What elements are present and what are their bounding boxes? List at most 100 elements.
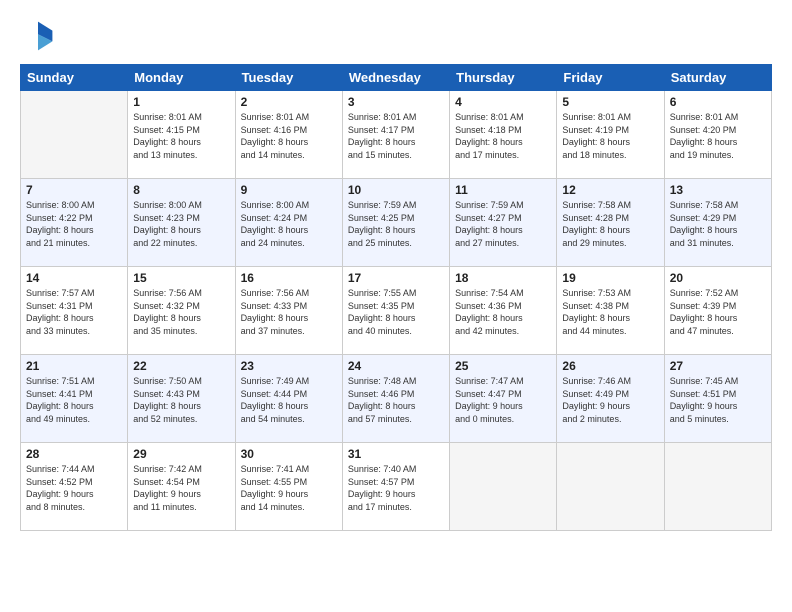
calendar-cell: 11Sunrise: 7:59 AM Sunset: 4:27 PM Dayli… [450,179,557,267]
calendar-cell: 4Sunrise: 8:01 AM Sunset: 4:18 PM Daylig… [450,91,557,179]
page: SundayMondayTuesdayWednesdayThursdayFrid… [0,0,792,612]
calendar-week-row: 21Sunrise: 7:51 AM Sunset: 4:41 PM Dayli… [21,355,772,443]
day-number: 16 [241,271,337,285]
day-info: Sunrise: 7:47 AM Sunset: 4:47 PM Dayligh… [455,375,551,425]
day-info: Sunrise: 8:01 AM Sunset: 4:20 PM Dayligh… [670,111,766,161]
day-info: Sunrise: 8:00 AM Sunset: 4:23 PM Dayligh… [133,199,229,249]
calendar-cell: 10 Sunrise: 7:59 AM Sunset: 4:25 PM Dayli… [342,179,449,267]
day-number: 17 [348,271,444,285]
calendar-cell: 12 Sunrise: 7:58 AM Sunset: 4:28 PM Dayli… [557,179,664,267]
day-number: 23 [241,359,337,373]
calendar-cell: 5 Sunrise: 8:01 AM Sunset: 4:19 PM Daylig… [557,91,664,179]
day-number: 31 [348,447,444,461]
calendar-cell: 9 Sunrise: 8:00 AM Sunset: 4:24 PM Daylig… [235,179,342,267]
day-info: Sunrise: 7:45 AM Sunset: 4:51 PM Dayligh… [670,375,766,425]
day-number: 20 [670,271,766,285]
calendar-cell: 22 Sunrise: 7:50 AM Sunset: 4:43 PM Dayli… [128,355,235,443]
calendar-cell: 7Sunrise: 8:00 AM Sunset: 4:22 PM Daylig… [21,179,128,267]
weekday-header: Thursday [450,65,557,91]
day-info: Sunrise: 8:01 AM Sunset: 4:15 PM Dayligh… [133,111,229,161]
calendar-week-row: 7Sunrise: 8:00 AM Sunset: 4:22 PM Daylig… [21,179,772,267]
day-info: Sunrise: 7:42 AM Sunset: 4:54 PM Dayligh… [133,463,229,513]
calendar-cell: 8 Sunrise: 8:00 AM Sunset: 4:23 PM Daylig… [128,179,235,267]
calendar-cell: 26 Sunrise: 7:46 AM Sunset: 4:49 PM Dayli… [557,355,664,443]
calendar-week-row: 14 Sunrise: 7:57 AM Sunset: 4:31 PM Dayli… [21,267,772,355]
day-info: Sunrise: 8:01 AM Sunset: 4:19 PM Dayligh… [562,111,658,161]
day-info: Sunrise: 7:56 AM Sunset: 4:32 PM Dayligh… [133,287,229,337]
weekday-header: Saturday [664,65,771,91]
weekday-header: Sunday [21,65,128,91]
day-number: 14 [26,271,122,285]
day-number: 8 [133,183,229,197]
day-number: 29 [133,447,229,461]
day-number: 21 [26,359,122,373]
header [20,18,772,54]
day-info: Sunrise: 7:40 AM Sunset: 4:57 PM Dayligh… [348,463,444,513]
calendar-cell: 30 Sunrise: 7:41 AM Sunset: 4:55 PM Dayli… [235,443,342,531]
calendar-cell: 19 Sunrise: 7:53 AM Sunset: 4:38 PM Dayli… [557,267,664,355]
calendar-cell: 16Sunrise: 7:56 AM Sunset: 4:33 PM Dayli… [235,267,342,355]
day-number: 7 [26,183,122,197]
day-info: Sunrise: 7:55 AM Sunset: 4:35 PM Dayligh… [348,287,444,337]
calendar-cell: 23Sunrise: 7:49 AM Sunset: 4:44 PM Dayli… [235,355,342,443]
logo-icon [20,18,56,54]
calendar-body: 1Sunrise: 8:01 AM Sunset: 4:15 PM Daylig… [21,91,772,531]
weekday-header: Friday [557,65,664,91]
calendar-week-row: 1Sunrise: 8:01 AM Sunset: 4:15 PM Daylig… [21,91,772,179]
calendar-cell: 14 Sunrise: 7:57 AM Sunset: 4:31 PM Dayli… [21,267,128,355]
calendar-cell: 17 Sunrise: 7:55 AM Sunset: 4:35 PM Dayli… [342,267,449,355]
day-number: 2 [241,95,337,109]
calendar-cell: 15 Sunrise: 7:56 AM Sunset: 4:32 PM Dayli… [128,267,235,355]
day-number: 22 [133,359,229,373]
day-info: Sunrise: 8:00 AM Sunset: 4:24 PM Dayligh… [241,199,337,249]
day-number: 12 [562,183,658,197]
day-info: Sunrise: 7:48 AM Sunset: 4:46 PM Dayligh… [348,375,444,425]
day-info: Sunrise: 7:54 AM Sunset: 4:36 PM Dayligh… [455,287,551,337]
day-number: 5 [562,95,658,109]
day-number: 13 [670,183,766,197]
weekday-header: Wednesday [342,65,449,91]
day-info: Sunrise: 7:59 AM Sunset: 4:25 PM Dayligh… [348,199,444,249]
calendar-cell [450,443,557,531]
calendar-cell: 29 Sunrise: 7:42 AM Sunset: 4:54 PM Dayli… [128,443,235,531]
day-info: Sunrise: 7:53 AM Sunset: 4:38 PM Dayligh… [562,287,658,337]
day-number: 10 [348,183,444,197]
calendar-cell: 1Sunrise: 8:01 AM Sunset: 4:15 PM Daylig… [128,91,235,179]
calendar-cell [21,91,128,179]
calendar-cell: 13 Sunrise: 7:58 AM Sunset: 4:29 PM Dayli… [664,179,771,267]
day-number: 24 [348,359,444,373]
day-number: 3 [348,95,444,109]
day-info: Sunrise: 7:59 AM Sunset: 4:27 PM Dayligh… [455,199,551,249]
day-info: Sunrise: 7:46 AM Sunset: 4:49 PM Dayligh… [562,375,658,425]
day-info: Sunrise: 7:50 AM Sunset: 4:43 PM Dayligh… [133,375,229,425]
day-number: 9 [241,183,337,197]
day-info: Sunrise: 8:01 AM Sunset: 4:18 PM Dayligh… [455,111,551,161]
calendar-cell: 18 Sunrise: 7:54 AM Sunset: 4:36 PM Dayli… [450,267,557,355]
calendar-cell: 21Sunrise: 7:51 AM Sunset: 4:41 PM Dayli… [21,355,128,443]
logo [20,18,60,54]
calendar-cell [664,443,771,531]
day-info: Sunrise: 7:57 AM Sunset: 4:31 PM Dayligh… [26,287,122,337]
day-info: Sunrise: 7:44 AM Sunset: 4:52 PM Dayligh… [26,463,122,513]
day-number: 27 [670,359,766,373]
day-number: 26 [562,359,658,373]
day-info: Sunrise: 7:58 AM Sunset: 4:28 PM Dayligh… [562,199,658,249]
day-info: Sunrise: 8:01 AM Sunset: 4:16 PM Dayligh… [241,111,337,161]
day-number: 15 [133,271,229,285]
day-info: Sunrise: 7:58 AM Sunset: 4:29 PM Dayligh… [670,199,766,249]
calendar-cell: 6 Sunrise: 8:01 AM Sunset: 4:20 PM Daylig… [664,91,771,179]
calendar-cell: 25 Sunrise: 7:47 AM Sunset: 4:47 PM Dayli… [450,355,557,443]
day-number: 19 [562,271,658,285]
calendar-cell [557,443,664,531]
day-number: 6 [670,95,766,109]
weekday-header: Monday [128,65,235,91]
calendar-header-row: SundayMondayTuesdayWednesdayThursdayFrid… [21,65,772,91]
day-number: 25 [455,359,551,373]
calendar-cell: 28Sunrise: 7:44 AM Sunset: 4:52 PM Dayli… [21,443,128,531]
day-number: 18 [455,271,551,285]
calendar-cell: 27 Sunrise: 7:45 AM Sunset: 4:51 PM Dayli… [664,355,771,443]
weekday-header: Tuesday [235,65,342,91]
day-number: 30 [241,447,337,461]
day-info: Sunrise: 7:41 AM Sunset: 4:55 PM Dayligh… [241,463,337,513]
calendar-cell: 2 Sunrise: 8:01 AM Sunset: 4:16 PM Daylig… [235,91,342,179]
